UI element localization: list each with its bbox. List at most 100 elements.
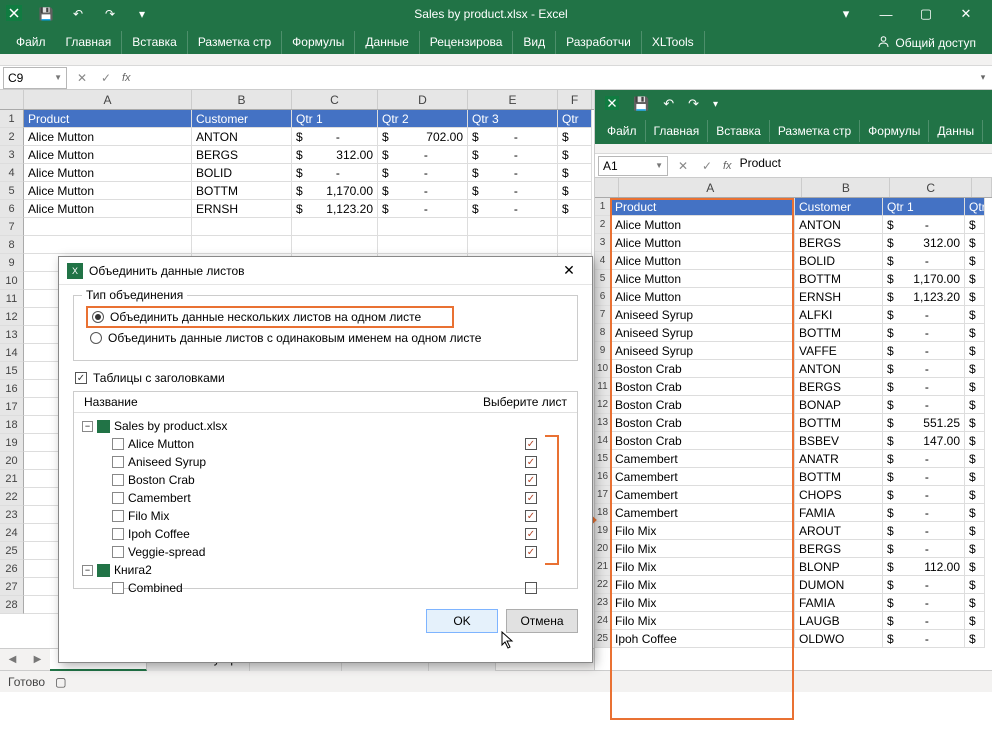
- save-icon[interactable]: 💾: [633, 96, 649, 112]
- row-header[interactable]: 23: [595, 594, 611, 612]
- cell[interactable]: ANTON: [795, 216, 883, 234]
- cell[interactable]: Alice Mutton: [611, 270, 795, 288]
- cell[interactable]: $-: [883, 252, 965, 270]
- qat-customize-icon[interactable]: ▾: [713, 99, 718, 110]
- cell[interactable]: FAMIA: [795, 504, 883, 522]
- tab-pagelayout[interactable]: Разметка стр: [770, 120, 860, 142]
- row-header[interactable]: 27: [0, 578, 24, 596]
- cell[interactable]: [292, 236, 378, 254]
- cell[interactable]: Camembert: [611, 504, 795, 522]
- row-header[interactable]: 19: [0, 434, 24, 452]
- checkbox-icon[interactable]: [525, 456, 537, 468]
- tab-home[interactable]: Главная: [56, 31, 123, 54]
- cell[interactable]: $-: [883, 324, 965, 342]
- tab-formulas[interactable]: Формулы: [282, 31, 355, 54]
- cell[interactable]: OLDWO: [795, 630, 883, 648]
- cell[interactable]: [558, 218, 592, 236]
- cell[interactable]: BERGS: [795, 540, 883, 558]
- checkbox-icon[interactable]: [525, 474, 537, 486]
- row-header[interactable]: 16: [0, 380, 24, 398]
- cell[interactable]: $: [965, 486, 985, 504]
- select-all-corner[interactable]: [595, 178, 619, 197]
- tree-sheet-item[interactable]: Aniseed Syrup: [82, 453, 569, 471]
- tree-sheet-item[interactable]: Camembert: [82, 489, 569, 507]
- cell[interactable]: Boston Crab: [611, 432, 795, 450]
- cell[interactable]: $551.25: [883, 414, 965, 432]
- cell[interactable]: $-: [468, 128, 558, 146]
- cell[interactable]: $-: [468, 164, 558, 182]
- tree-sheet-item[interactable]: Veggie-spread: [82, 543, 569, 561]
- row-header[interactable]: 15: [0, 362, 24, 380]
- cell[interactable]: BOLID: [192, 164, 292, 182]
- cell[interactable]: $-: [468, 146, 558, 164]
- cell[interactable]: $-: [468, 200, 558, 218]
- cell[interactable]: ANTON: [795, 360, 883, 378]
- cell[interactable]: BOTTM: [795, 414, 883, 432]
- header-cell[interactable]: Product: [24, 110, 192, 128]
- cell[interactable]: Alice Mutton: [611, 234, 795, 252]
- cell[interactable]: $312.00: [883, 234, 965, 252]
- cell[interactable]: Alice Mutton: [611, 216, 795, 234]
- header-cell[interactable]: Product: [611, 198, 795, 216]
- checkbox-icon[interactable]: [525, 582, 537, 594]
- row-header[interactable]: 1: [0, 110, 24, 128]
- radio-combine-same-name[interactable]: Объединить данные листов с одинаковым им…: [86, 328, 565, 348]
- cell[interactable]: [468, 236, 558, 254]
- name-box[interactable]: C9 ▼: [3, 67, 67, 89]
- cell[interactable]: $: [965, 576, 985, 594]
- tree-sheet-item[interactable]: Alice Mutton: [82, 435, 569, 453]
- tree-sheet-item[interactable]: Combined: [82, 579, 569, 597]
- cancel-formula-icon[interactable]: ✕: [70, 67, 94, 89]
- cell[interactable]: $: [965, 342, 985, 360]
- row-header[interactable]: 14: [595, 432, 611, 450]
- cell[interactable]: Ipoh Coffee: [611, 630, 795, 648]
- cell[interactable]: Alice Mutton: [24, 164, 192, 182]
- header-cell[interactable]: Qtr: [558, 110, 592, 128]
- cell[interactable]: $-: [378, 200, 468, 218]
- row-header[interactable]: 9: [595, 342, 611, 360]
- cell[interactable]: $-: [883, 594, 965, 612]
- cell[interactable]: $: [965, 360, 985, 378]
- row-header[interactable]: 24: [595, 612, 611, 630]
- undo-icon[interactable]: ↶: [663, 96, 674, 112]
- checkbox-icon[interactable]: [525, 510, 537, 522]
- share-button[interactable]: Общий доступ: [867, 32, 986, 54]
- row-header[interactable]: 21: [0, 470, 24, 488]
- qat-customize-icon[interactable]: ▾: [128, 3, 156, 25]
- tab-home[interactable]: Главная: [646, 120, 709, 142]
- cell[interactable]: BOTTM: [795, 270, 883, 288]
- cell[interactable]: $: [558, 200, 592, 218]
- cell[interactable]: VAFFE: [795, 342, 883, 360]
- col-header[interactable]: B: [802, 178, 890, 197]
- cell[interactable]: BERGS: [192, 146, 292, 164]
- header-cell[interactable]: Qtr: [965, 198, 985, 216]
- chevron-down-icon[interactable]: ▼: [54, 73, 62, 82]
- cell[interactable]: [468, 218, 558, 236]
- cell[interactable]: $1,170.00: [292, 182, 378, 200]
- cell[interactable]: ALFKI: [795, 306, 883, 324]
- cell[interactable]: Aniseed Syrup: [611, 342, 795, 360]
- cell[interactable]: $-: [883, 630, 965, 648]
- row-header[interactable]: 23: [0, 506, 24, 524]
- cell[interactable]: ANATR: [795, 450, 883, 468]
- cell[interactable]: $-: [883, 450, 965, 468]
- cell[interactable]: Filo Mix: [611, 522, 795, 540]
- cell[interactable]: $-: [378, 146, 468, 164]
- tab-xltools[interactable]: XLTools: [642, 31, 705, 54]
- cancel-button[interactable]: Отмена: [506, 609, 578, 633]
- tab-view[interactable]: Вид: [513, 31, 556, 54]
- cell[interactable]: BERGS: [795, 378, 883, 396]
- workbook-name[interactable]: Книга2: [114, 563, 152, 577]
- cell[interactable]: $: [965, 378, 985, 396]
- redo-icon[interactable]: ↷: [96, 3, 124, 25]
- cell[interactable]: Boston Crab: [611, 360, 795, 378]
- row-header[interactable]: 3: [595, 234, 611, 252]
- cell[interactable]: Boston Crab: [611, 378, 795, 396]
- cell[interactable]: $: [965, 468, 985, 486]
- cell[interactable]: $: [965, 216, 985, 234]
- row-header[interactable]: 26: [0, 560, 24, 578]
- cell[interactable]: $-: [883, 216, 965, 234]
- col-header[interactable]: F: [558, 90, 592, 109]
- enter-formula-icon[interactable]: ✓: [94, 67, 118, 89]
- cell[interactable]: $-: [883, 468, 965, 486]
